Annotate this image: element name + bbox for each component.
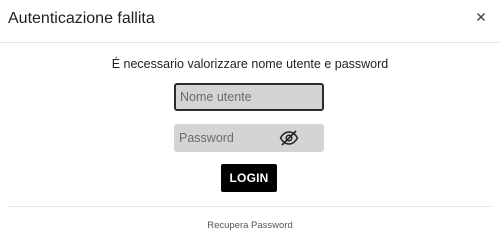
password-input[interactable] [179, 125, 279, 151]
username-input[interactable] [180, 85, 280, 109]
recover-password-link[interactable]: Recupera Password [0, 220, 500, 231]
username-field-wrapper [174, 83, 324, 111]
login-button[interactable]: LOGIN [221, 164, 277, 192]
eye-slash-icon[interactable] [279, 129, 299, 147]
footer-divider [8, 206, 492, 207]
error-message: É necessario valorizzare nome utente e p… [111, 57, 389, 71]
dialog-header: Autenticazione fallita [0, 0, 500, 43]
password-field-wrapper [174, 124, 324, 152]
close-icon[interactable] [474, 10, 488, 24]
dialog-title: Autenticazione fallita [8, 10, 155, 27]
login-dialog: Autenticazione fallita É necessario valo… [0, 0, 500, 249]
